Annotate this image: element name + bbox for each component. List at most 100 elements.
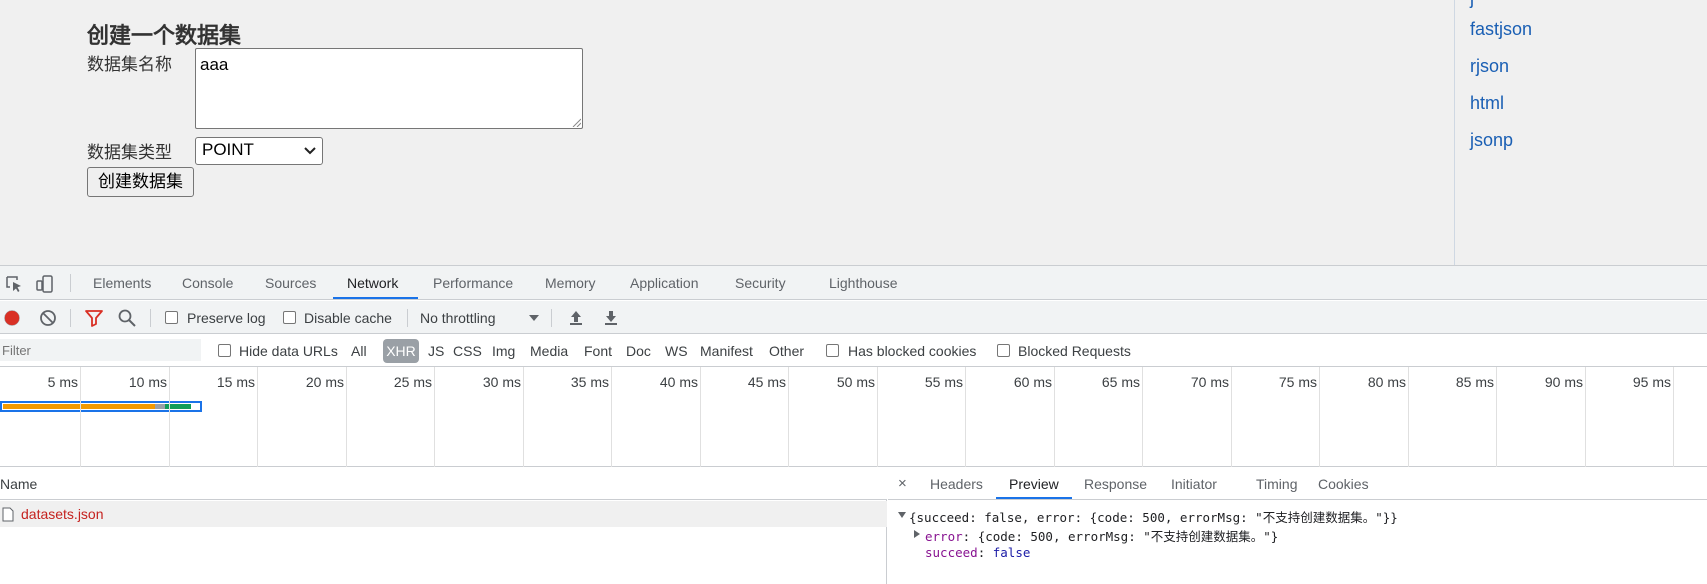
form-title: 创建一个数据集 (87, 24, 242, 49)
dataset-name-input[interactable]: aaa (195, 48, 583, 129)
tab-performance[interactable]: Performance (433, 275, 513, 291)
detail-tab-response[interactable]: Response (1084, 476, 1147, 492)
timeline-tick-label: 65 ms (1101, 374, 1140, 390)
toolbar-separator (70, 274, 71, 292)
inspect-element-icon[interactable] (4, 274, 24, 294)
preview-succeed-property[interactable]: succeed: false (925, 545, 1030, 560)
link-partial: j (1470, 0, 1474, 9)
document-icon (2, 507, 14, 522)
request-list: Name datasets.json (0, 467, 887, 584)
filter-icon[interactable] (84, 308, 104, 328)
hide-data-urls-checkbox[interactable] (218, 344, 231, 357)
active-detail-tab-indicator (996, 497, 1072, 499)
resize-grip-icon[interactable] (571, 117, 581, 127)
import-har-icon[interactable] (566, 308, 586, 328)
timeline-gridline (1408, 367, 1409, 467)
link-rjson[interactable]: rjson (1470, 56, 1509, 77)
link-html[interactable]: html (1470, 93, 1504, 114)
timeline-tick-label: 20 ms (305, 374, 344, 390)
filter-type-xhr[interactable]: XHR (383, 339, 419, 363)
filter-type-js[interactable]: JS (428, 343, 444, 359)
timeline-gridline (700, 367, 701, 467)
dataset-type-select[interactable]: POINT (195, 137, 323, 165)
filter-type-manifest[interactable]: Manifest (700, 343, 753, 359)
preview-error-property[interactable]: error: {code: 500, errorMsg: "不支持创建数据集。"… (925, 526, 1278, 545)
timeline-gridline (1673, 367, 1674, 467)
filter-type-other[interactable]: Other (769, 343, 804, 359)
export-har-icon[interactable] (601, 308, 621, 328)
create-dataset-button[interactable]: 创建数据集 (87, 167, 194, 197)
timeline-tick-label: 10 ms (128, 374, 167, 390)
timeline-tick-label: 15 ms (216, 374, 255, 390)
blocked-requests-checkbox[interactable] (997, 344, 1010, 357)
filter-type-media[interactable]: Media (530, 343, 568, 359)
preserve-log-checkbox[interactable] (165, 311, 178, 324)
property-value: false (992, 545, 1031, 560)
toolbar-separator (551, 309, 552, 327)
filter-type-font[interactable]: Font (584, 343, 612, 359)
link-jsonp[interactable]: jsonp (1470, 130, 1513, 151)
network-filterbar: Hide data URLs All XHR JS CSS Img Media … (0, 334, 1707, 367)
clear-icon[interactable] (38, 308, 58, 328)
search-icon[interactable] (117, 308, 137, 328)
timeline-tick-label: 40 ms (659, 374, 698, 390)
tab-application[interactable]: Application (630, 275, 699, 291)
record-icon[interactable] (2, 308, 22, 328)
tab-sources[interactable]: Sources (265, 275, 316, 291)
caret-down-icon[interactable] (524, 308, 544, 328)
timeline-gridline (1054, 367, 1055, 467)
property-key: succeed (925, 545, 978, 560)
device-toolbar-icon[interactable] (35, 274, 55, 294)
dataset-type-value: POINT (202, 140, 254, 159)
detail-tab-initiator[interactable]: Initiator (1171, 476, 1217, 492)
collapsed-triangle-icon[interactable] (913, 530, 921, 538)
filter-type-all[interactable]: All (351, 343, 367, 359)
filter-type-img[interactable]: Img (492, 343, 515, 359)
timeline-tick-label: 75 ms (1278, 374, 1317, 390)
disable-cache-checkbox[interactable] (283, 311, 296, 324)
tab-memory[interactable]: Memory (545, 275, 596, 291)
name-column-header[interactable]: Name (0, 467, 887, 500)
timeline-gridline (965, 367, 966, 467)
filter-input[interactable] (0, 339, 201, 361)
timeline-gridline (434, 367, 435, 467)
detail-tab-cookies[interactable]: Cookies (1318, 476, 1369, 492)
close-icon[interactable]: × (898, 475, 907, 492)
request-detail: × Headers Preview Response Initiator Tim… (888, 467, 1707, 584)
devtools-panel: Elements Console Sources Network Perform… (0, 265, 1707, 584)
timeline-gridline (80, 367, 81, 467)
detail-tab-timing[interactable]: Timing (1256, 476, 1298, 492)
expanded-triangle-icon[interactable] (898, 511, 906, 519)
has-blocked-cookies-checkbox[interactable] (826, 344, 839, 357)
detail-tab-headers[interactable]: Headers (930, 476, 983, 492)
dataset-type-label: 数据集类型 (87, 143, 172, 163)
name-column-label: Name (0, 476, 38, 492)
timeline-tick-label: 25 ms (393, 374, 432, 390)
property-value: : {code: 500, errorMsg: "不支持创建数据集。"} (962, 529, 1279, 544)
throttling-select[interactable]: No throttling (420, 310, 495, 326)
table-row[interactable]: datasets.json (0, 501, 887, 527)
timeline-gridline (788, 367, 789, 467)
tab-security[interactable]: Security (735, 275, 786, 291)
timeline-overview[interactable]: 5 ms 10 ms 15 ms 20 ms 25 ms 30 ms 35 ms 40 ms 4… (0, 367, 1707, 467)
timeline-tick-label: 30 ms (482, 374, 521, 390)
filter-type-ws[interactable]: WS (665, 343, 688, 359)
tab-elements[interactable]: Elements (93, 275, 151, 291)
tab-lighthouse[interactable]: Lighthouse (829, 275, 898, 291)
link-fastjson[interactable]: fastjson (1470, 19, 1532, 40)
timeline-gridline (1319, 367, 1320, 467)
preview-root-object[interactable]: {succeed: false, error: {code: 500, erro… (909, 507, 1398, 526)
waterfall-queue-bar (155, 404, 165, 409)
timeline-gridline (1496, 367, 1497, 467)
property-separator: : (977, 545, 993, 560)
devtools-tabbar: Elements Console Sources Network Perform… (0, 266, 1707, 300)
timeline-gridline (1231, 367, 1232, 467)
detail-tab-preview[interactable]: Preview (1009, 476, 1059, 492)
timeline-gridline (1585, 367, 1586, 467)
tab-console[interactable]: Console (182, 275, 233, 291)
tab-network[interactable]: Network (347, 275, 398, 291)
filter-type-css[interactable]: CSS (453, 343, 482, 359)
has-blocked-cookies-label: Has blocked cookies (848, 343, 977, 359)
timeline-tick-label: 50 ms (836, 374, 875, 390)
filter-type-doc[interactable]: Doc (626, 343, 651, 359)
